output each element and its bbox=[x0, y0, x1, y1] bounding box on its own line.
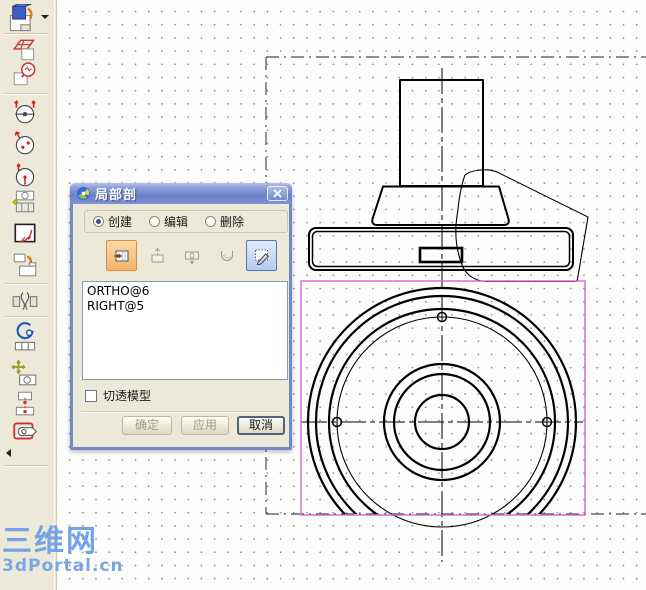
broken-view-icon[interactable] bbox=[11, 287, 39, 315]
move-view-icon[interactable] bbox=[11, 359, 39, 388]
radio-edit[interactable]: 编辑 bbox=[149, 213, 188, 230]
new-view-icon[interactable] bbox=[7, 3, 39, 34]
rotate-view-x-icon[interactable] bbox=[11, 98, 39, 126]
left-toolbar bbox=[0, 0, 57, 590]
sheet-setup-icon[interactable] bbox=[11, 36, 39, 64]
sketch-spline-button[interactable] bbox=[246, 240, 277, 271]
dialog-separator bbox=[81, 411, 281, 413]
toolbar-flyout-arrow-icon[interactable] bbox=[6, 449, 11, 457]
cut-through-checkbox[interactable] bbox=[85, 389, 97, 402]
cut-through-checkbox-row[interactable]: 切透模型 bbox=[85, 387, 151, 404]
radio-create-label: 创建 bbox=[108, 215, 133, 229]
ok-button: 确定 bbox=[122, 416, 172, 435]
standard-views-icon[interactable] bbox=[11, 188, 39, 216]
direction-arrow-icon bbox=[151, 247, 163, 262]
radio-edit-label: 编辑 bbox=[164, 215, 189, 229]
wave-profile-icon bbox=[220, 250, 233, 261]
section-tools-row bbox=[106, 240, 277, 271]
radio-delete-circle[interactable] bbox=[205, 216, 217, 227]
apply-button: 应用 bbox=[181, 416, 229, 435]
radio-delete-label: 删除 bbox=[220, 215, 245, 229]
toolbar-separator bbox=[5, 283, 48, 285]
centerline-icon[interactable] bbox=[11, 389, 39, 417]
wave-profile-button bbox=[211, 240, 242, 271]
section-list[interactable]: ORTHO@6 RIGHT@5 bbox=[82, 281, 288, 380]
dialog-titlebar[interactable]: 局部剖 bbox=[70, 183, 292, 204]
app-window: 局部剖 创建 编辑 删除 ORTHO@6 RIGHT@5 切透模型 确定 应用 … bbox=[0, 0, 646, 590]
radio-create-circle[interactable] bbox=[93, 216, 104, 227]
list-item[interactable]: RIGHT@5 bbox=[87, 299, 283, 314]
new-view-dropdown-icon[interactable] bbox=[41, 15, 49, 19]
projection-view-icon[interactable] bbox=[11, 251, 39, 279]
pick-section-point-button[interactable] bbox=[106, 240, 137, 271]
app-logo-icon bbox=[76, 186, 91, 201]
dialog-title: 局部剖 bbox=[95, 188, 138, 203]
view-label-icon[interactable] bbox=[11, 417, 39, 445]
detail-grid-icon[interactable] bbox=[11, 320, 39, 352]
toolbar-edge bbox=[54, 0, 55, 590]
toolbar-separator bbox=[5, 33, 48, 35]
toolbar-separator bbox=[5, 465, 48, 467]
rotate-view-z-icon[interactable] bbox=[11, 129, 39, 157]
pick-section-point-icon bbox=[113, 250, 128, 261]
sketch-spline-icon bbox=[254, 249, 269, 265]
mode-groupbox: 创建 编辑 删除 bbox=[84, 210, 288, 233]
rotate-view-y-icon[interactable] bbox=[11, 161, 39, 189]
close-icon[interactable] bbox=[267, 186, 288, 201]
depth-point-button bbox=[176, 240, 207, 271]
toolbar-separator bbox=[5, 93, 48, 95]
direction-arrow-button bbox=[141, 240, 172, 271]
radio-delete[interactable]: 删除 bbox=[205, 213, 244, 230]
section-view-icon[interactable] bbox=[11, 219, 39, 247]
toolbar-separator bbox=[5, 316, 48, 318]
cut-through-label: 切透模型 bbox=[103, 389, 152, 403]
radio-edit-circle[interactable] bbox=[149, 216, 161, 227]
radio-create[interactable]: 创建 bbox=[93, 213, 132, 230]
cancel-button[interactable]: 取消 bbox=[237, 416, 285, 435]
local-section-dialog: 局部剖 创建 编辑 删除 ORTHO@6 RIGHT@5 切透模型 确定 应用 … bbox=[70, 183, 292, 450]
detail-zoom-icon[interactable] bbox=[11, 61, 39, 89]
depth-point-icon bbox=[184, 251, 199, 265]
list-item[interactable]: ORTHO@6 bbox=[87, 284, 283, 299]
